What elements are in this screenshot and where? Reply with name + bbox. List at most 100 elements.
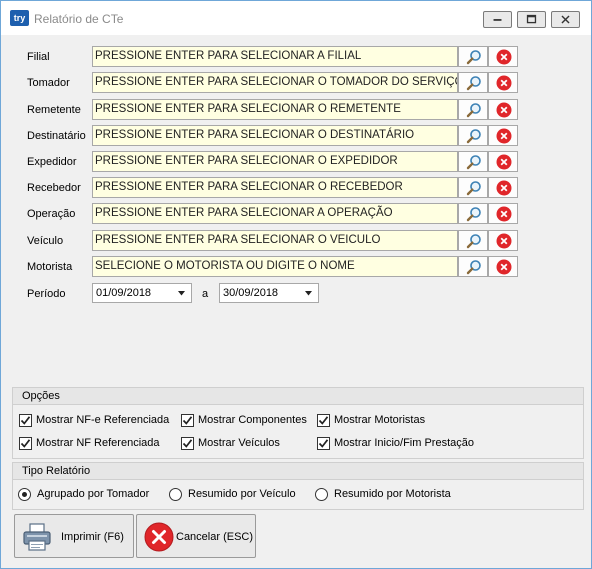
- motorista-input[interactable]: SELECIONE O MOTORISTA OU DIGITE O NOME: [92, 256, 458, 277]
- radio-label: Agrupado por Tomador: [37, 488, 150, 500]
- remetente-input[interactable]: PRESSIONE ENTER PARA SELECIONAR O REMETE…: [92, 99, 458, 120]
- checkbox[interactable]: [19, 437, 32, 450]
- minimize-icon: [493, 19, 502, 21]
- check-icon: [20, 416, 31, 425]
- motorista-row: Motorista SELECIONE O MOTORISTA OU DIGIT…: [1, 256, 591, 278]
- operacao-clear-button[interactable]: [488, 203, 518, 224]
- check-icon: [20, 439, 31, 448]
- radio-label: Resumido por Motorista: [334, 488, 451, 500]
- destinatario-label: Destinatário: [27, 130, 86, 142]
- remetente-search-button[interactable]: [458, 99, 488, 120]
- veiculo-row: Veículo PRESSIONE ENTER PARA SELECIONAR …: [1, 230, 591, 252]
- print-button[interactable]: Imprimir (F6): [14, 514, 134, 558]
- periodo-row: Período 01/09/2018 a 30/09/2018: [1, 283, 591, 305]
- radio-selected-dot: [22, 492, 27, 497]
- clear-icon: [496, 259, 512, 275]
- tomador-input[interactable]: PRESSIONE ENTER PARA SELECIONAR O TOMADO…: [92, 72, 458, 93]
- motorista-search-button[interactable]: [458, 256, 488, 277]
- magnifier-icon: [466, 76, 481, 91]
- operacao-input[interactable]: PRESSIONE ENTER PARA SELECIONAR A OPERAÇ…: [92, 203, 458, 224]
- destinatario-input[interactable]: PRESSIONE ENTER PARA SELECIONAR O DESTIN…: [92, 125, 458, 146]
- checkbox[interactable]: [317, 437, 330, 450]
- tomador-label: Tomador: [27, 77, 70, 89]
- motorista-clear-button[interactable]: [488, 256, 518, 277]
- filial-search-button[interactable]: [458, 46, 488, 67]
- check-icon: [182, 439, 193, 448]
- title-bar[interactable]: try Relatório de CTe: [1, 1, 591, 35]
- chevron-down-icon: [305, 291, 312, 296]
- veiculo-input[interactable]: PRESSIONE ENTER PARA SELECIONAR O VEICUL…: [92, 230, 458, 251]
- clear-icon: [496, 128, 512, 144]
- expedidor-input[interactable]: PRESSIONE ENTER PARA SELECIONAR O EXPEDI…: [92, 151, 458, 172]
- check-icon: [318, 416, 329, 425]
- destinatario-search-button[interactable]: [458, 125, 488, 146]
- clear-icon: [496, 102, 512, 118]
- operacao-label: Operação: [27, 208, 76, 220]
- print-button-label: Imprimir (F6): [61, 531, 124, 543]
- expedidor-label: Expedidor: [27, 156, 77, 168]
- remetente-label: Remetente: [27, 104, 81, 116]
- destinatario-clear-button[interactable]: [488, 125, 518, 146]
- magnifier-icon: [466, 155, 481, 170]
- period-separator: a: [202, 288, 209, 300]
- options-group: Opções Mostrar NF-e Referenciada Mostrar…: [12, 387, 584, 459]
- expedidor-search-button[interactable]: [458, 151, 488, 172]
- clear-icon: [496, 206, 512, 222]
- checkbox[interactable]: [19, 414, 32, 427]
- radio-button[interactable]: [315, 488, 328, 501]
- report-type-group: Tipo Relatório Agrupado por Tomador Resu…: [12, 462, 584, 510]
- clear-icon: [496, 75, 512, 91]
- filial-label: Filial: [27, 51, 50, 63]
- cancel-icon: [144, 522, 174, 552]
- check-icon: [182, 416, 193, 425]
- window-title: Relatório de CTe: [34, 12, 124, 26]
- clear-icon: [496, 154, 512, 170]
- periodo-label: Período: [27, 288, 66, 300]
- filial-input[interactable]: PRESSIONE ENTER PARA SELECIONAR A FILIAL: [92, 46, 458, 67]
- chevron-down-icon: [178, 291, 185, 296]
- recebedor-input[interactable]: PRESSIONE ENTER PARA SELECIONAR O RECEBE…: [92, 177, 458, 198]
- filial-clear-button[interactable]: [488, 46, 518, 67]
- check-label: Mostrar NF Referenciada: [36, 437, 160, 449]
- cancel-button[interactable]: Cancelar (ESC): [136, 514, 256, 558]
- recebedor-label: Recebedor: [27, 182, 81, 194]
- recebedor-search-button[interactable]: [458, 177, 488, 198]
- remetente-clear-button[interactable]: [488, 99, 518, 120]
- check-icon: [318, 439, 329, 448]
- checkbox[interactable]: [181, 414, 194, 427]
- radio-button[interactable]: [18, 488, 31, 501]
- close-button[interactable]: [551, 11, 580, 28]
- check-label: Mostrar Veículos: [198, 437, 280, 449]
- expedidor-row: Expedidor PRESSIONE ENTER PARA SELECIONA…: [1, 151, 591, 173]
- operacao-row: Operação PRESSIONE ENTER PARA SELECIONAR…: [1, 203, 591, 225]
- radio-button[interactable]: [169, 488, 182, 501]
- veiculo-label: Veículo: [27, 235, 64, 247]
- start-date-value: 01/09/2018: [96, 287, 152, 299]
- maximize-button[interactable]: [517, 11, 546, 28]
- magnifier-icon: [466, 207, 481, 222]
- veiculo-search-button[interactable]: [458, 230, 488, 251]
- tomador-clear-button[interactable]: [488, 72, 518, 93]
- operacao-search-button[interactable]: [458, 203, 488, 224]
- expedidor-clear-button[interactable]: [488, 151, 518, 172]
- maximize-icon: [526, 14, 537, 24]
- printer-icon: [23, 523, 51, 551]
- report-window: try Relatório de CTe Filial PRESSIONE EN…: [0, 0, 592, 569]
- start-date-picker[interactable]: 01/09/2018: [92, 283, 192, 303]
- report-type-group-title: Tipo Relatório: [13, 463, 583, 480]
- tomador-search-button[interactable]: [458, 72, 488, 93]
- magnifier-icon: [466, 103, 481, 118]
- recebedor-clear-button[interactable]: [488, 177, 518, 198]
- minimize-button[interactable]: [483, 11, 512, 28]
- cancel-button-label: Cancelar (ESC): [176, 531, 254, 543]
- check-label: Mostrar Inicio/Fim Prestação: [334, 437, 474, 449]
- checkbox[interactable]: [181, 437, 194, 450]
- radio-label: Resumido por Veículo: [188, 488, 296, 500]
- checkbox[interactable]: [317, 414, 330, 427]
- veiculo-clear-button[interactable]: [488, 230, 518, 251]
- recebedor-row: Recebedor PRESSIONE ENTER PARA SELECIONA…: [1, 177, 591, 199]
- end-date-picker[interactable]: 30/09/2018: [219, 283, 319, 303]
- end-date-value: 30/09/2018: [223, 287, 279, 299]
- check-label: Mostrar NF-e Referenciada: [36, 414, 170, 426]
- clear-icon: [496, 49, 512, 65]
